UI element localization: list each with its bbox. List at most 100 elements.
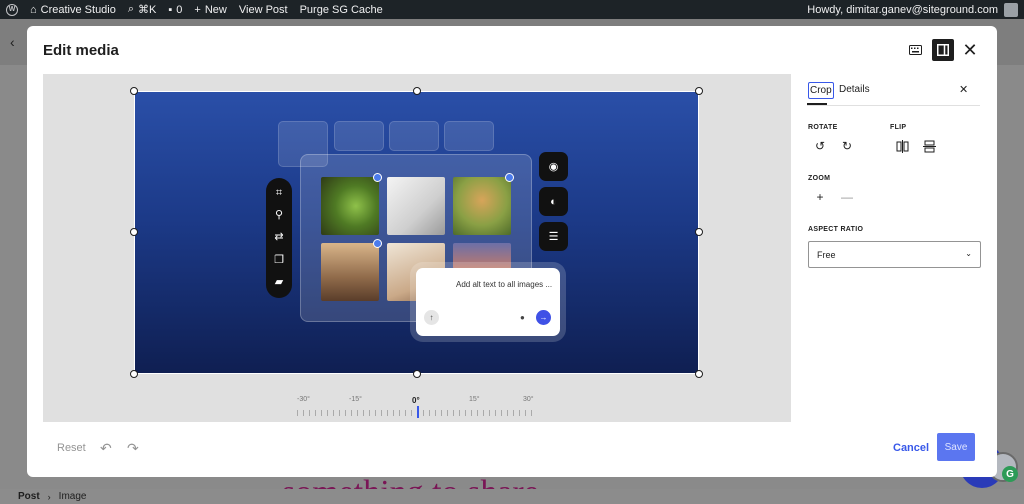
cancel-button[interactable]: Cancel <box>893 435 929 461</box>
ruler-label: 30° <box>523 396 534 403</box>
street-thumbnail <box>321 243 379 301</box>
send-icon: → <box>536 310 551 325</box>
account-menu[interactable]: Howdy, dimitar.ganev@siteground.com <box>807 2 1024 17</box>
tab-crop[interactable]: Crop <box>808 82 834 99</box>
ghost-card <box>389 121 439 151</box>
aspect-ratio-label: ASPECT RATIO <box>808 226 864 233</box>
search-shortcut-label: ⌘K <box>138 4 157 16</box>
back-chevron-icon[interactable]: ‹ <box>10 34 15 50</box>
flip-vertical-glyph <box>922 140 936 152</box>
ghost-card <box>444 121 494 151</box>
comments-link[interactable]: ▪ 0 <box>162 4 188 16</box>
rotate-left-icon[interactable]: ↺ <box>813 139 827 153</box>
keyboard-shortcuts-button[interactable] <box>904 39 926 61</box>
new-content-menu[interactable]: + New <box>188 4 232 16</box>
flip-horizontal-icon[interactable] <box>895 139 909 153</box>
tab-divider <box>807 105 980 106</box>
admin-bar: W ⌂ Creative Studio ⌕ ⌘K ▪ 0 + New View Post… <box>0 0 1024 19</box>
flip-horizontal-glyph <box>896 139 908 153</box>
undo-icon[interactable]: ↶ <box>100 435 112 461</box>
command-search[interactable]: ⌕ ⌘K <box>122 3 163 16</box>
comment-icon: ▰ <box>274 276 284 289</box>
ghost-card <box>334 121 384 151</box>
crop-handle-bottom-left[interactable] <box>130 370 138 378</box>
contrast-icon: ◐ <box>539 187 568 216</box>
reset-button[interactable]: Reset <box>57 435 86 461</box>
sidebar-close-icon[interactable]: ✕ <box>959 83 968 96</box>
breadcrumb-separator-icon: › <box>47 491 51 502</box>
comment-icon: ▪ <box>168 3 173 16</box>
breadcrumb-post[interactable]: Post <box>18 491 40 502</box>
search-icon: ⌕ <box>127 3 135 15</box>
wordpress-icon: W <box>6 3 18 16</box>
crop-handle-top-right[interactable] <box>695 87 703 95</box>
flip-vertical-icon[interactable] <box>922 139 936 153</box>
mic-icon: ● <box>520 313 525 322</box>
view-post-link[interactable]: View Post <box>233 4 294 16</box>
tab-details[interactable]: Details <box>838 82 871 97</box>
purge-cache-link[interactable]: Purge SG Cache <box>294 4 389 16</box>
comments-count: 0 <box>176 3 183 16</box>
ruler-label-current: 0° <box>412 396 420 405</box>
crop-handle-bottom[interactable] <box>413 370 421 378</box>
modal-title: Edit media <box>43 42 119 59</box>
dog-thumbnail <box>453 177 511 235</box>
save-button[interactable]: Save <box>937 433 975 461</box>
plus-icon: + <box>194 3 201 16</box>
aspect-ratio-value: Free <box>817 249 836 260</box>
aspect-ratio-select[interactable]: Free ⌄ <box>808 241 981 268</box>
check-icon <box>505 173 514 182</box>
site-name-link[interactable]: ⌂ Creative Studio <box>24 4 122 16</box>
ruler-label: -15° <box>349 396 362 403</box>
active-tab-indicator <box>807 103 827 105</box>
redo-icon[interactable]: ↷ <box>127 435 139 461</box>
user-circle-icon: ◉ <box>539 152 568 181</box>
upload-icon: ↑ <box>424 310 439 325</box>
new-label: New <box>204 3 227 16</box>
sidebar-icon <box>937 44 949 56</box>
view-post-label: View Post <box>238 3 288 16</box>
keyboard-icon <box>908 45 922 55</box>
flip-label: FLIP <box>890 124 907 131</box>
breadcrumb-image[interactable]: Image <box>59 491 87 502</box>
howdy-text: Howdy, dimitar.ganev@siteground.com <box>807 3 998 16</box>
ai-prompt-card: Add alt text to all images ... ↑ ● → <box>416 268 560 336</box>
close-modal-button[interactable]: ✕ <box>959 39 981 61</box>
grammarly-icon[interactable]: G <box>1002 466 1018 482</box>
chat-prompt-text: Add alt text to all images ... <box>456 280 553 289</box>
crop-handle-bottom-right[interactable] <box>695 370 703 378</box>
ruler-label: 15° <box>469 396 480 403</box>
replace-icon: ⇄ <box>274 231 284 244</box>
chevron-down-icon: ⌄ <box>965 249 972 258</box>
zoom-in-icon[interactable]: + <box>813 190 827 204</box>
copy-icon: ❐ <box>274 253 284 266</box>
crop-handle-left[interactable] <box>130 228 138 236</box>
close-icon: ✕ <box>962 40 978 60</box>
ruler-label: -30° <box>297 396 310 403</box>
home-icon: ⌂ <box>30 3 37 16</box>
rotate-right-icon[interactable]: ↻ <box>840 139 854 153</box>
check-icon <box>373 239 382 248</box>
leaf-thumbnail <box>321 177 379 235</box>
zoom-label: ZOOM <box>808 175 831 182</box>
wp-logo-menu[interactable]: W <box>0 3 24 16</box>
crop-handle-top[interactable] <box>413 87 421 95</box>
zoom-out-icon[interactable]: — <box>840 190 854 204</box>
check-icon <box>373 173 382 182</box>
image-preview[interactable]: ⌗ ⚲ ⇄ ❐ ▰ ◉ ◐ ☰ Add alt text to all imag… <box>134 91 699 374</box>
site-name-label: Creative Studio <box>40 3 116 16</box>
crop-handle-right[interactable] <box>695 228 703 236</box>
sunset-thumbnail <box>453 243 511 269</box>
stairs-thumbnail <box>387 177 445 235</box>
rotate-label: ROTATE <box>808 124 838 131</box>
toggle-sidebar-button[interactable] <box>932 39 954 61</box>
crop-canvas: ⌗ ⚲ ⇄ ❐ ▰ ◉ ◐ ☰ Add alt text to all imag… <box>43 74 791 422</box>
ruler-pointer <box>417 406 419 418</box>
rotation-ruler[interactable]: -30° -15° 0° 15° 30° <box>297 394 537 418</box>
user-avatar <box>1004 2 1018 17</box>
pin-icon: ⚲ <box>274 209 284 222</box>
crop-handle-top-left[interactable] <box>130 87 138 95</box>
edit-media-modal: Edit media ✕ ⌗ ⚲ ⇄ ❐ ▰ ◉ ◐ ☰ Add alt tex… <box>27 26 997 477</box>
crop-icon: ⌗ <box>275 186 283 199</box>
block-breadcrumb: Post › Image <box>0 489 1024 504</box>
